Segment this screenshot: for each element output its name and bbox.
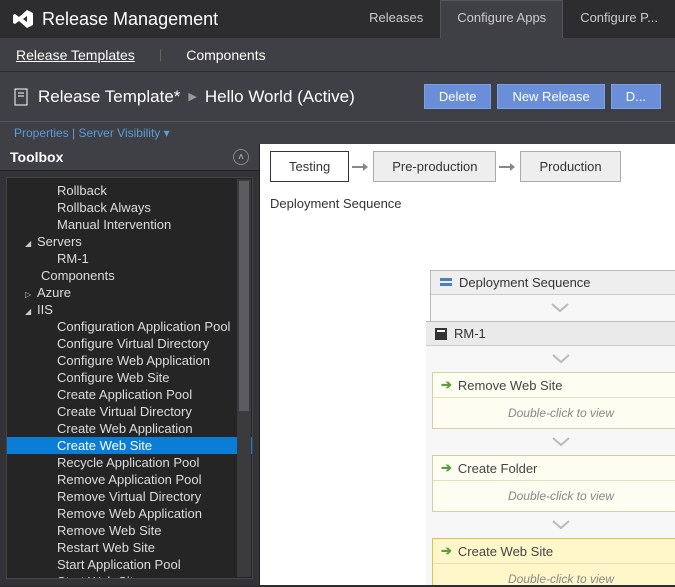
header-tab[interactable]: Configure Apps: [440, 0, 563, 38]
breadcrumb-bar: Release Template* ▶ Hello World (Active)…: [0, 72, 675, 122]
tree-item[interactable]: Configuration Application Pool: [7, 318, 252, 335]
page-title: Release Template*: [38, 87, 180, 107]
step-label: Create Folder: [458, 461, 537, 476]
chevron-down-icon: [550, 301, 570, 315]
header-tab[interactable]: Configure P...: [563, 0, 675, 38]
header-tab[interactable]: Releases: [352, 0, 440, 38]
tree-container: RollbackRollback AlwaysManual Interventi…: [6, 177, 253, 579]
play-icon: ➔: [441, 543, 452, 559]
play-icon: ➔: [441, 460, 452, 476]
chevron-down-icon: [551, 352, 571, 366]
app-title: Release Management: [42, 9, 218, 30]
step-label: Create Web Site: [458, 544, 553, 559]
properties-link[interactable]: Properties: [14, 126, 69, 140]
breadcrumb: Release Template* ▶ Hello World (Active): [14, 87, 355, 107]
tree-item[interactable]: Rollback Always: [7, 199, 252, 216]
tree-item[interactable]: Create Application Pool: [7, 386, 252, 403]
tree-item[interactable]: Remove Web Site: [7, 522, 252, 539]
chevron-right-icon: ▶: [188, 90, 196, 103]
tree-item[interactable]: Configure Web Site: [7, 369, 252, 386]
step-label: Remove Web Site: [458, 378, 563, 393]
new-release-button[interactable]: New Release: [497, 84, 604, 109]
tree-item[interactable]: Recycle Application Pool: [7, 454, 252, 471]
properties-bar: Properties | Server Visibility ▾: [0, 122, 675, 144]
tree-item[interactable]: Remove Application Pool: [7, 471, 252, 488]
step-hint: Double-click to view: [433, 481, 675, 511]
tree-item[interactable]: RM-1: [7, 250, 252, 267]
tree-item[interactable]: Start Web Site: [7, 573, 252, 578]
tree-item[interactable]: Configure Virtual Directory: [7, 335, 252, 352]
designer-canvas: Testing Pre-production Production Deployme…: [260, 144, 675, 585]
tree-item[interactable]: Configure Web Application: [7, 352, 252, 369]
tree-item[interactable]: Create Web Application: [7, 420, 252, 437]
toolbox-title: Toolbox: [10, 149, 63, 165]
arrow-right-icon: [499, 161, 517, 173]
step-hint: Double-click to view: [433, 398, 675, 428]
tree-item[interactable]: ◢Servers: [7, 233, 252, 250]
tree-item[interactable]: ▷Azure: [7, 284, 252, 301]
server-visibility-link[interactable]: Server Visibility: [79, 126, 161, 140]
delete-button[interactable]: Delete: [424, 84, 492, 109]
toolbox-panel: Toolbox ˄ RollbackRollback AlwaysManual …: [0, 144, 260, 585]
arrow-right-icon: [352, 161, 370, 173]
tree-item[interactable]: Restart Web Site: [7, 539, 252, 556]
environment-tab[interactable]: Production: [520, 151, 620, 182]
divider: |: [159, 47, 162, 62]
scrollbar[interactable]: [237, 179, 251, 577]
tree-item[interactable]: Create Web Site: [7, 437, 252, 454]
server-icon: [434, 327, 448, 341]
action-buttons: Delete New Release D...: [424, 84, 661, 109]
tree-item[interactable]: Start Application Pool: [7, 556, 252, 573]
tree-item[interactable]: Manual Intervention: [7, 216, 252, 233]
sequence-icon: [439, 276, 453, 290]
sequence-label: Deployment Sequence: [270, 196, 402, 211]
chevron-down-icon: [551, 435, 571, 449]
dropdown-icon[interactable]: ▾: [164, 126, 170, 140]
play-icon: ➔: [441, 377, 452, 393]
environment-tab[interactable]: Pre-production: [373, 151, 496, 182]
toolbox-header: Toolbox ˄: [0, 144, 259, 171]
content-area: Toolbox ˄ RollbackRollback AlwaysManual …: [0, 144, 675, 585]
toolbox-tree[interactable]: RollbackRollback AlwaysManual Interventi…: [7, 178, 252, 578]
environment-tabs: Testing Pre-production Production: [270, 151, 621, 182]
breadcrumb-item: Hello World (Active): [205, 87, 355, 107]
subheader: Release Templates | Components: [0, 38, 675, 72]
collapse-icon[interactable]: ˄: [233, 149, 249, 165]
environment-tab[interactable]: Testing: [270, 151, 349, 182]
node-title: Deployment Sequence: [459, 275, 591, 290]
scrollbar-thumb[interactable]: [239, 181, 249, 411]
workflow-canvas[interactable]: Deployment Sequence RM-1 ➔ Remove Web Sit…: [260, 220, 675, 585]
tree-item[interactable]: ◢IIS: [7, 301, 252, 318]
server-name: RM-1: [454, 326, 486, 341]
tree-item[interactable]: Create Virtual Directory: [7, 403, 252, 420]
tree-item[interactable]: Components: [7, 267, 252, 284]
chevron-down-icon: [551, 518, 571, 532]
step-hint: Double-click to view: [433, 564, 675, 585]
workflow-step[interactable]: ➔ Remove Web Site Double-click to view: [432, 372, 675, 429]
tree-item[interactable]: Rollback: [7, 182, 252, 199]
workflow-step[interactable]: ➔ Create Web Site Double-click to view: [432, 538, 675, 585]
subnav-components[interactable]: Components: [186, 47, 265, 63]
workflow-step[interactable]: ➔ Create Folder Double-click to view: [432, 455, 675, 512]
tree-item[interactable]: Remove Web Application: [7, 505, 252, 522]
vs-logo-icon: [12, 8, 34, 30]
duplicate-button[interactable]: D...: [611, 84, 661, 109]
app-logo: Release Management: [12, 8, 218, 30]
tree-item[interactable]: Remove Virtual Directory: [7, 488, 252, 505]
app-header: Release Management ReleasesConfigure App…: [0, 0, 675, 38]
header-tabs: ReleasesConfigure AppsConfigure P...: [352, 0, 675, 38]
server-node[interactable]: RM-1 ➔ Remove Web Site Double-click to vie…: [426, 321, 675, 585]
deployment-sequence-node[interactable]: Deployment Sequence RM-1 ➔ Remove Web Sit…: [430, 270, 675, 585]
subnav-release-templates[interactable]: Release Templates: [16, 47, 135, 63]
document-icon: [14, 88, 30, 106]
